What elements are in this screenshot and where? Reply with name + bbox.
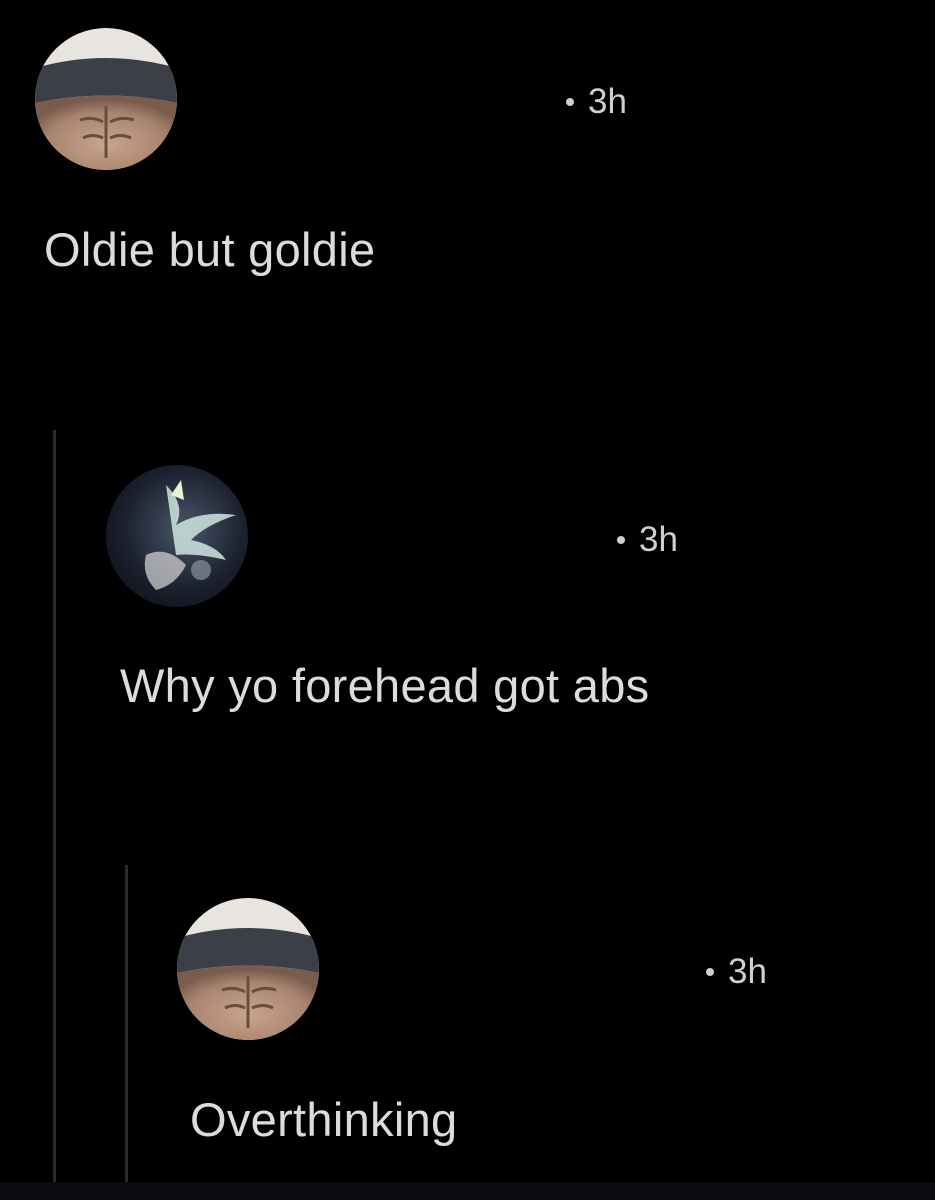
anime-character-avatar-icon[interactable] xyxy=(106,465,248,607)
thread-line-level-2 xyxy=(125,865,128,1200)
timestamp: 3h xyxy=(728,952,767,991)
comment-text: Overthinking xyxy=(190,1093,458,1146)
separator-dot xyxy=(706,968,714,976)
comment-meta: 3h xyxy=(706,952,767,992)
comment-text: Oldie but goldie xyxy=(44,223,376,276)
comment-text: Why yo forehead got abs xyxy=(120,659,650,712)
abs-forehead-avatar-icon[interactable] xyxy=(35,28,177,170)
comment-meta: 3h xyxy=(566,82,627,122)
comment-meta: 3h xyxy=(617,520,678,560)
abs-forehead-avatar-icon[interactable] xyxy=(177,898,319,1040)
thread-line-level-1 xyxy=(53,430,56,1200)
separator-dot xyxy=(617,536,625,544)
separator-dot xyxy=(566,98,574,106)
bottom-edge-bar xyxy=(0,1182,935,1200)
timestamp: 3h xyxy=(639,520,678,559)
timestamp: 3h xyxy=(588,82,627,121)
